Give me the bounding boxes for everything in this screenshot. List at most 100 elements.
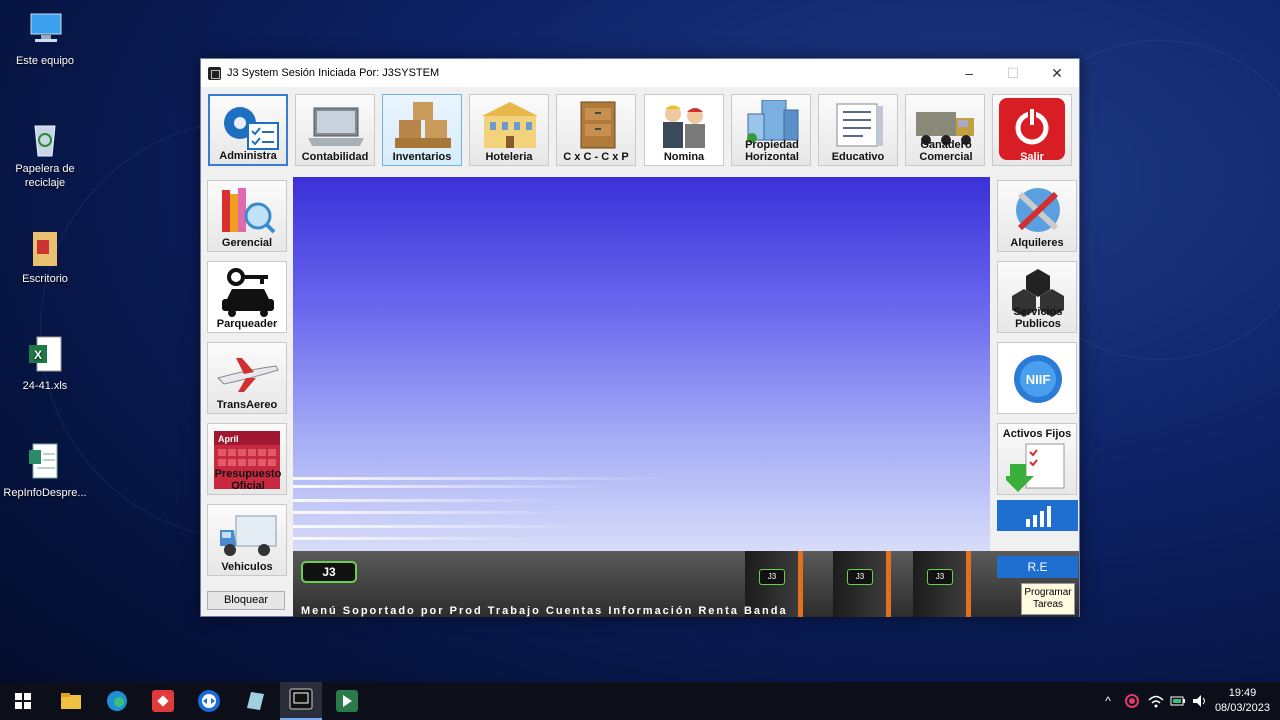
module-inventarios[interactable]: Inventarios xyxy=(382,94,462,166)
module-label: Administra xyxy=(219,150,277,162)
desktop-icon-recycle-bin[interactable]: Papelera de reciclaje xyxy=(0,118,90,190)
lock-button[interactable]: Bloquear xyxy=(207,591,285,610)
boxes-icon xyxy=(391,100,453,150)
module-servicios-publicos[interactable]: Servicios Publicos xyxy=(997,261,1077,333)
module-salir[interactable]: Salir xyxy=(992,94,1072,166)
decorative-streak xyxy=(293,499,553,502)
module-label: TransAereo xyxy=(216,399,278,411)
edge-icon xyxy=(107,691,127,711)
book-icon xyxy=(827,100,889,150)
module-transaereo[interactable]: TransAereo xyxy=(207,342,287,414)
window-titlebar[interactable]: J3 System Sesión Iniciada Por: J3SYSTEM … xyxy=(201,59,1079,87)
desktop-icon-label: Escritorio xyxy=(22,273,68,285)
excel-file-icon: X xyxy=(25,335,65,375)
taskbar-file-explorer[interactable] xyxy=(58,688,84,714)
module-label: Presupuesto Oficial xyxy=(214,468,282,492)
teamviewer-icon xyxy=(198,690,220,712)
minimize-button[interactable]: – xyxy=(947,59,991,87)
module-propiedad-horizontal[interactable]: Propiedad Horizontal xyxy=(731,94,811,166)
module-label: Activos Fijos xyxy=(1002,428,1072,440)
clock-date: 08/03/2023 xyxy=(1214,702,1270,714)
niif-globe-icon: NIIF xyxy=(1006,351,1068,407)
tray-expand-icon[interactable]: ^ xyxy=(1098,682,1118,720)
module-ganadero-comercial[interactable]: Ganadero Comercial xyxy=(905,94,985,166)
server-graphic: J3 xyxy=(833,551,891,617)
module-contabilidad[interactable]: Contabilidad xyxy=(295,94,375,166)
module-hoteleria[interactable]: Hoteleria xyxy=(469,94,549,166)
bar-chart-icon xyxy=(1025,506,1051,527)
desktop-icon-escritorio[interactable]: Escritorio xyxy=(0,228,90,286)
ticker-text: Menú Soportado por Prod Trabajo Cuentas … xyxy=(301,605,788,617)
close-button[interactable]: ✕ xyxy=(1035,59,1079,87)
taskbar-teamviewer[interactable] xyxy=(196,688,222,714)
taskbar-j3-system[interactable] xyxy=(280,682,322,720)
module-vehiculos[interactable]: Vehiculos xyxy=(207,504,287,576)
svg-text:NIIF: NIIF xyxy=(1026,372,1051,387)
module-educativo[interactable]: Educativo xyxy=(818,94,898,166)
desktop-icon-label: RepInfoDespre... xyxy=(3,487,87,499)
module-gerencial[interactable]: Gerencial xyxy=(207,180,287,252)
module-label: C x C - C x P xyxy=(563,151,629,163)
module-label: Salir xyxy=(1020,151,1044,163)
wifi-icon[interactable] xyxy=(1146,682,1166,720)
module-alquileres[interactable]: Alquileres xyxy=(997,180,1077,252)
decorative-streak xyxy=(293,477,673,480)
main-canvas xyxy=(293,177,990,554)
module-parqueadero[interactable]: Parqueader xyxy=(207,261,287,333)
chart-report-button[interactable] xyxy=(997,500,1078,531)
folder-icon xyxy=(61,693,81,709)
tray-record-icon[interactable] xyxy=(1122,682,1142,720)
bottom-banner: J3 J3 J3 J3 Menú Soportado por Prod Trab… xyxy=(293,551,1079,617)
desktop-icon-excel-file[interactable]: X 24-41.xls xyxy=(0,335,90,393)
taskbar-clock[interactable]: 19:49 08/03/2023 xyxy=(1215,686,1270,716)
module-nomina[interactable]: Nomina xyxy=(644,94,724,166)
module-label: Alquileres xyxy=(1010,237,1064,249)
module-label: Contabilidad xyxy=(301,151,369,163)
module-label: Hoteleria xyxy=(485,151,533,163)
module-label: Ganadero Comercial xyxy=(919,139,973,163)
tools-globe-icon xyxy=(1006,186,1068,236)
module-label: Propiedad Horizontal xyxy=(745,139,799,163)
app-icon xyxy=(208,66,221,80)
module-label: Gerencial xyxy=(221,237,273,249)
decorative-streak xyxy=(293,485,613,488)
module-label: Servicios Publicos xyxy=(1013,306,1063,330)
module-cxc-cxp[interactable]: C x C - C x P xyxy=(556,94,636,166)
module-presupuesto-oficial[interactable]: April Presupuesto Oficial xyxy=(207,423,287,495)
taskbar-app[interactable] xyxy=(242,688,268,714)
green-app-icon xyxy=(336,690,358,712)
start-button[interactable] xyxy=(10,688,36,714)
schedule-tasks-button[interactable]: Programar Tareas xyxy=(1021,583,1075,615)
re-button[interactable]: R.E xyxy=(997,556,1078,578)
anydesk-icon xyxy=(152,690,174,712)
desktop-icon-repinfo[interactable]: RepInfoDespre... xyxy=(0,442,90,500)
airplane-icon xyxy=(216,348,279,398)
taskbar: ^ 19:49 08/03/2023 xyxy=(0,682,1280,720)
module-administra[interactable]: Administra xyxy=(208,94,288,166)
workers-icon xyxy=(653,100,715,150)
truck-icon xyxy=(216,510,278,560)
hotel-building-icon xyxy=(478,100,540,150)
server-graphic: J3 xyxy=(913,551,971,617)
svg-text:X: X xyxy=(34,348,42,362)
j3-app-icon xyxy=(289,688,313,710)
windows-icon xyxy=(15,693,31,709)
taskbar-edge[interactable] xyxy=(104,688,130,714)
volume-icon[interactable] xyxy=(1190,682,1210,720)
recycle-bin-icon xyxy=(25,118,65,158)
module-label: Educativo xyxy=(831,151,885,163)
taskbar-anydesk[interactable] xyxy=(150,688,176,714)
module-niif[interactable]: NIIF xyxy=(997,342,1077,414)
laptop-icon xyxy=(304,100,366,150)
desktop-icon-label: Papelera de reciclaje xyxy=(15,163,75,189)
decorative-streak xyxy=(293,525,593,528)
battery-icon[interactable] xyxy=(1168,682,1188,720)
taskbar-app-green[interactable] xyxy=(334,688,360,714)
gear-checklist-icon xyxy=(218,101,279,151)
module-activos-fijos[interactable]: Activos Fijos xyxy=(997,423,1077,495)
maximize-button[interactable]: ☐ xyxy=(991,59,1035,87)
module-label: Inventarios xyxy=(392,151,452,163)
desktop-icon-label: 24-41.xls xyxy=(22,380,68,392)
decorative-streak xyxy=(293,511,573,514)
desktop-icon-this-pc[interactable]: Este equipo xyxy=(0,10,90,68)
